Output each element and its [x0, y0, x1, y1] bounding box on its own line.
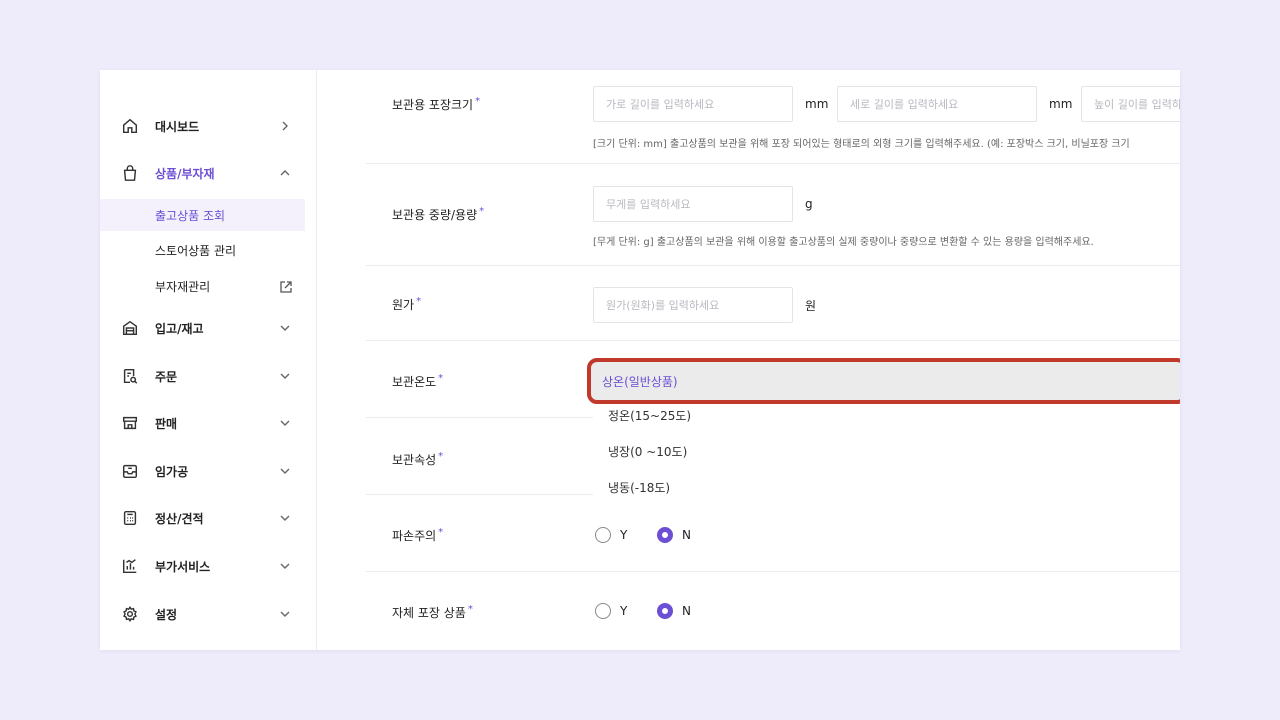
temperature-option-label: 정온(15~25도): [608, 409, 692, 423]
sidebar-item-label: 설정: [155, 607, 178, 622]
attribute-label: 보관속성 *: [392, 451, 443, 468]
temperature-label: 보관온도 *: [392, 373, 443, 390]
package-size-label-text: 보관용 포장크기: [392, 98, 474, 112]
sidebar-item-extra-services[interactable]: 부가서비스: [100, 546, 317, 586]
sidebar-item-processing[interactable]: 임가공: [100, 451, 317, 491]
shopping-bag-icon: [120, 163, 140, 183]
warehouse-icon: [120, 318, 140, 338]
required-mark: *: [438, 451, 444, 462]
fragile-no-radio[interactable]: [657, 527, 673, 543]
form-row-cost: 원가 * 원: [366, 266, 1180, 341]
weight-hint: [무게 단위: g] 출고상품의 보관을 위해 이용할 출고상품의 실제 중량이…: [593, 237, 1094, 248]
fragile-label-text: 파손주의: [392, 529, 437, 543]
self-packaging-yes-radio[interactable]: [595, 603, 611, 619]
sidebar-item-products[interactable]: 상품/부자재: [100, 153, 317, 193]
chevron-down-icon: [278, 607, 292, 621]
calculator-icon: [120, 508, 140, 528]
order-document-icon: [120, 366, 140, 386]
required-mark: *: [475, 96, 481, 107]
form-row-weight: 보관용 중량/용량* g [무게 단위: g] 출고상품의 보관을 위해 이용할…: [366, 164, 1180, 266]
sidebar-item-label: 부가서비스: [155, 559, 211, 574]
form-row-package-size: 보관용 포장크기* mm mm [크기 단위: mm] 출고상품의 보관을 위해…: [366, 70, 1180, 164]
sidebar-item-label: 입고/재고: [155, 321, 204, 336]
sidebar-item-label: 정산/견적: [155, 511, 204, 526]
chevron-down-icon: [278, 416, 292, 430]
weight-input[interactable]: [593, 186, 793, 222]
fragile-no-label: N: [682, 528, 691, 542]
processing-tray-icon: [120, 461, 140, 481]
sidebar-item-dashboard[interactable]: 대시보드: [100, 106, 317, 146]
sidebar-subitem-outbound-products[interactable]: 출고상품 조회: [100, 199, 305, 231]
sidebar-subitem-materials[interactable]: 부자재관리: [100, 270, 305, 302]
fragile-label: 파손주의 *: [392, 527, 443, 544]
sidebar-item-label: 상품/부자재: [155, 166, 215, 181]
weight-label: 보관용 중량/용량 *: [392, 206, 484, 223]
package-width-input[interactable]: [593, 86, 793, 122]
form-row-self-packaging: 자체 포장 상품 * Y N: [366, 572, 1180, 650]
sidebar-item-label: 임가공: [155, 464, 189, 479]
cost-unit: 원: [805, 299, 817, 313]
sidebar-item-label: 대시보드: [155, 119, 200, 134]
required-mark: *: [467, 604, 473, 615]
chevron-down-icon: [278, 511, 292, 525]
home-icon: [120, 116, 140, 136]
weight-label-text: 보관용 중량/용량: [392, 208, 478, 222]
sidebar-subitem-store-products[interactable]: 스토어상품 관리: [100, 234, 305, 266]
required-mark: *: [438, 373, 444, 384]
fragile-yes-label: Y: [620, 528, 628, 542]
chevron-down-icon: [278, 464, 292, 478]
sidebar-item-sales[interactable]: 판매: [100, 403, 317, 443]
sidebar-item-label: 판매: [155, 416, 178, 431]
temperature-selected-option[interactable]: 상온(일반상품): [587, 358, 1180, 404]
package-size-hint: [크기 단위: mm] 출고상품의 보관을 위해 포장 되어있는 형태로의 외형…: [593, 139, 1130, 150]
temperature-option-label: 냉장(0 ~10도): [608, 445, 688, 459]
attribute-label-text: 보관속성: [392, 453, 437, 467]
package-size-label: 보관용 포장크기 *: [392, 96, 480, 113]
sidebar-item-inventory[interactable]: 입고/재고: [100, 308, 317, 348]
temperature-option[interactable]: 냉장(0 ~10도): [593, 433, 1180, 469]
sidebar-item-orders[interactable]: 주문: [100, 356, 317, 396]
package-width-unit: mm: [805, 97, 829, 111]
weight-unit: g: [805, 197, 813, 211]
sidebar-item-settings[interactable]: 설정: [100, 594, 317, 634]
self-packaging-label: 자체 포장 상품 *: [392, 604, 473, 621]
required-mark: *: [479, 206, 485, 217]
external-link-icon: [279, 279, 293, 293]
cost-label: 원가 *: [392, 296, 421, 313]
gear-icon: [120, 604, 140, 624]
fragile-yes-radio[interactable]: [595, 527, 611, 543]
sidebar-item-label: 주문: [155, 369, 178, 384]
self-packaging-no-radio[interactable]: [657, 603, 673, 619]
chevron-right-icon: [278, 119, 292, 133]
package-length-unit: mm: [1049, 97, 1073, 111]
chevron-up-icon: [278, 166, 292, 180]
temperature-selected-label: 상온(일반상품): [602, 375, 678, 389]
self-packaging-no-label: N: [682, 604, 691, 618]
chevron-down-icon: [278, 559, 292, 573]
sidebar-subitem-label: 부자재관리: [155, 279, 211, 294]
form-row-fragile: 파손주의 * Y N: [366, 495, 1180, 572]
required-mark: *: [416, 296, 422, 307]
chevron-down-icon: [278, 369, 292, 383]
required-mark: *: [438, 527, 444, 538]
cost-label-text: 원가: [392, 298, 415, 312]
product-form: 보관용 포장크기* mm mm [크기 단위: mm] 출고상품의 보관을 위해…: [366, 70, 1180, 650]
temperature-label-text: 보관온도: [392, 375, 437, 389]
sidebar-subitem-label: 출고상품 조회: [155, 208, 226, 223]
self-packaging-yes-label: Y: [620, 604, 628, 618]
chevron-down-icon: [278, 321, 292, 335]
sidebar: 대시보드 상품/부자재 출고상품 조회 스토어상품 관리 부자재관리 입고/재고…: [100, 70, 317, 650]
sidebar-item-settlement[interactable]: 정산/견적: [100, 498, 317, 538]
store-icon: [120, 413, 140, 433]
app-window: 대시보드 상품/부자재 출고상품 조회 스토어상품 관리 부자재관리 입고/재고…: [100, 70, 1180, 650]
chart-icon: [120, 556, 140, 576]
temperature-option-label: 냉동(-18도): [608, 481, 671, 495]
package-length-input[interactable]: [837, 86, 1037, 122]
cost-input[interactable]: [593, 287, 793, 323]
package-height-input[interactable]: [1081, 86, 1180, 122]
temperature-option[interactable]: 냉동(-18도): [593, 469, 1180, 505]
self-packaging-label-text: 자체 포장 상품: [392, 606, 466, 620]
sidebar-subitem-label: 스토어상품 관리: [155, 243, 237, 258]
